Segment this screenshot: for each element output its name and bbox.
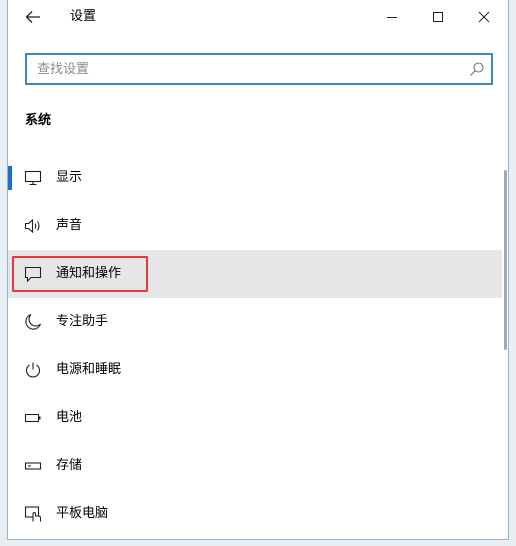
window-title: 设置 <box>70 9 97 24</box>
nav-list: 显示 声音 通知和操作 专注助手 电源和睡眠 电池 存储 平板电脑 <box>8 154 502 538</box>
nav-item-label: 电源和睡眠 <box>56 362 122 377</box>
search-icon[interactable] <box>469 61 485 77</box>
search-input[interactable] <box>27 55 491 83</box>
title-bar: 设置 <box>8 0 508 34</box>
notification-icon <box>23 264 43 284</box>
nav-item-label: 存储 <box>56 458 83 473</box>
scrollbar[interactable] <box>504 170 507 350</box>
nav-item-label: 显示 <box>56 170 83 185</box>
moon-icon <box>23 312 43 332</box>
nav-item-display[interactable]: 显示 <box>8 154 502 202</box>
close-icon <box>478 11 490 23</box>
power-icon <box>23 360 43 380</box>
monitor-icon <box>23 168 43 188</box>
nav-item-label: 声音 <box>56 218 83 233</box>
nav-item-label: 专注助手 <box>56 314 109 329</box>
nav-item-power-sleep[interactable]: 电源和睡眠 <box>8 346 502 394</box>
minimize-button[interactable] <box>369 0 415 34</box>
back-button[interactable] <box>18 2 48 32</box>
nav-item-tablet[interactable]: 平板电脑 <box>8 490 502 538</box>
close-button[interactable] <box>461 0 507 34</box>
battery-icon <box>23 408 43 428</box>
nav-item-focus-assist[interactable]: 专注助手 <box>8 298 502 346</box>
active-indicator <box>8 166 12 190</box>
maximize-button[interactable] <box>415 0 461 34</box>
tablet-icon <box>23 504 43 524</box>
nav-item-label: 平板电脑 <box>56 506 109 521</box>
nav-item-battery[interactable]: 电池 <box>8 394 502 442</box>
nav-item-sound[interactable]: 声音 <box>8 202 502 250</box>
nav-item-label: 电池 <box>56 410 83 425</box>
nav-item-label: 通知和操作 <box>56 266 122 281</box>
nav-item-notifications[interactable]: 通知和操作 <box>8 250 502 298</box>
settings-window: 设置 系统 <box>7 0 509 540</box>
minimize-icon <box>387 17 397 18</box>
section-title: 系统 <box>25 113 52 128</box>
back-arrow-icon <box>25 11 40 23</box>
storage-icon <box>23 456 43 476</box>
nav-item-storage[interactable]: 存储 <box>8 442 502 490</box>
maximize-icon <box>433 12 443 22</box>
search-box <box>25 53 493 85</box>
speaker-icon <box>23 216 43 236</box>
